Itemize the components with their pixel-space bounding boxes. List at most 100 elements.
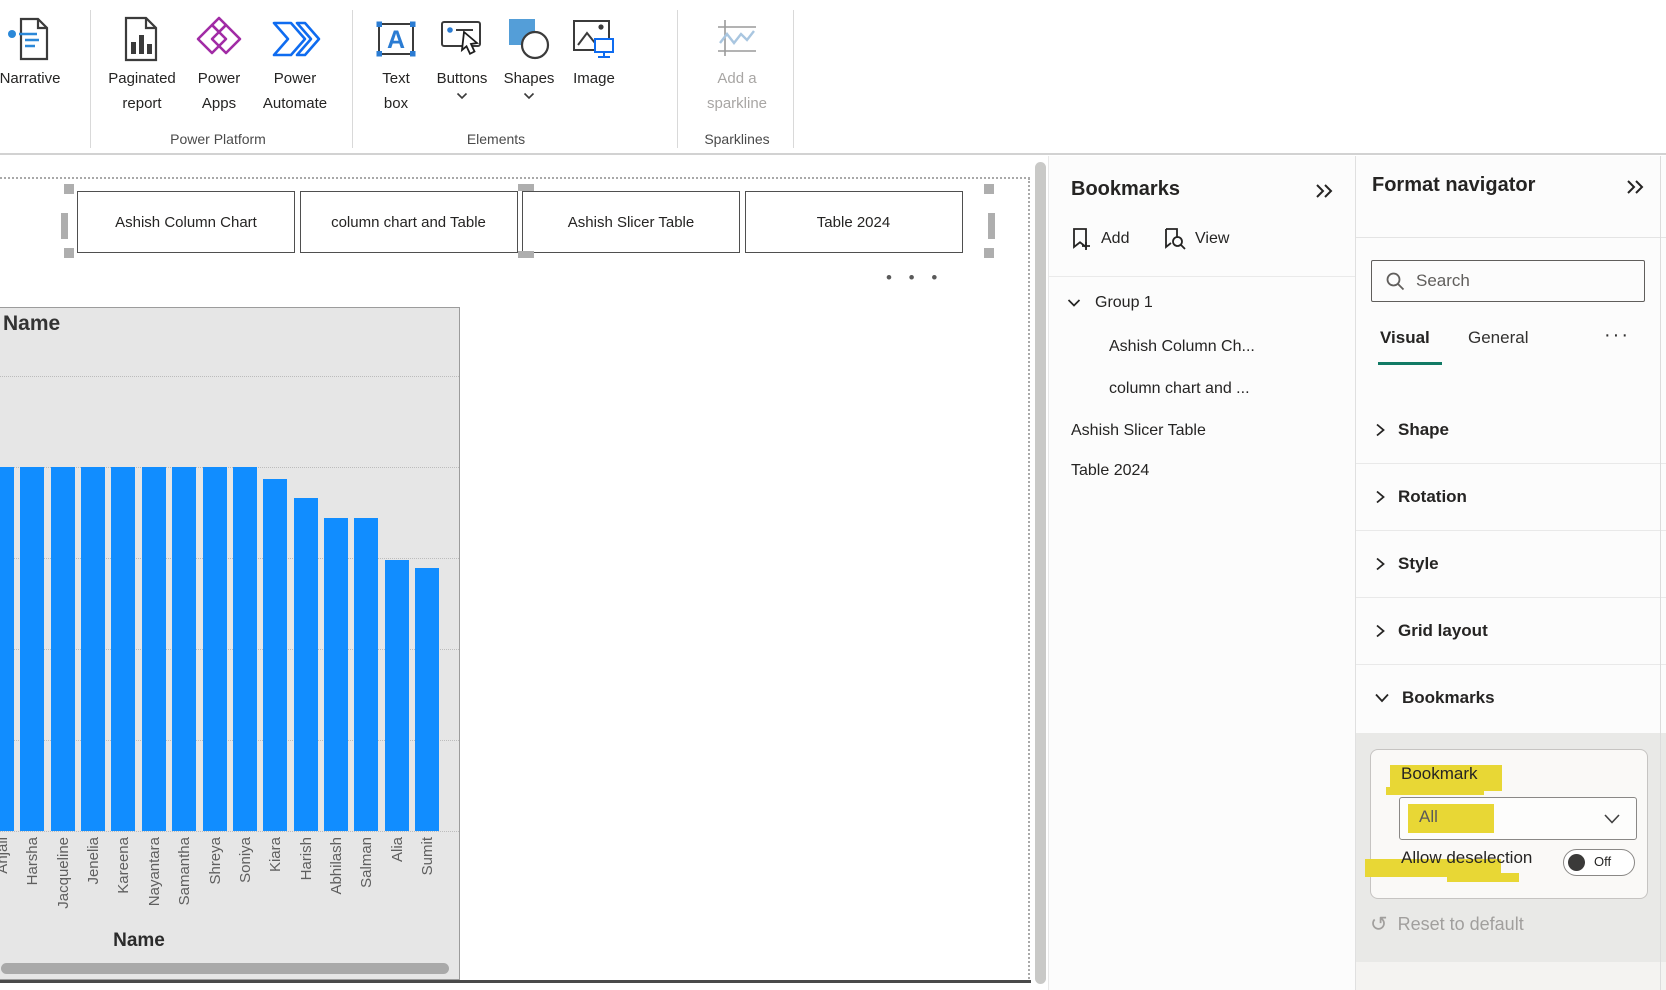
tab-more-button[interactable]: ··· — [1604, 324, 1630, 347]
add-bookmark-button[interactable]: Add — [1069, 226, 1129, 252]
section-rotation[interactable]: Rotation — [1356, 463, 1666, 531]
panel-footer-area — [1356, 962, 1666, 990]
ribbon-separator — [352, 10, 353, 148]
selection-handle[interactable] — [988, 213, 995, 239]
selection-handle[interactable] — [61, 213, 68, 239]
bookmark-settings-card: Bookmark All Allow deselection Off — [1370, 749, 1648, 899]
reset-to-default-button[interactable]: ↺ Reset to default — [1370, 914, 1524, 935]
ribbon-item-paginated-report[interactable]: Paginated report — [98, 12, 186, 116]
ribbon-group-elements: Elements — [446, 131, 546, 147]
chevron-right-icon — [1374, 556, 1386, 572]
x-axis-label: Salman — [358, 837, 375, 888]
allow-deselection-toggle[interactable]: Off — [1563, 849, 1635, 876]
chevron-down-icon — [1602, 812, 1622, 826]
bar[interactable] — [294, 498, 318, 831]
paginated-report-icon — [118, 12, 166, 66]
buttons-icon — [437, 12, 487, 66]
bookmark-item[interactable]: Ashish Column Ch... — [1109, 338, 1255, 356]
section-grid-layout[interactable]: Grid layout — [1356, 597, 1666, 665]
image-icon — [569, 12, 619, 66]
bar[interactable] — [203, 467, 227, 831]
bookmark-dropdown[interactable]: All — [1399, 797, 1637, 840]
column-chart-visual[interactable]: Name AnjaliHarshaJacquelineJeneliaKareen… — [0, 307, 460, 980]
ribbon-item-label: Power Automate — [249, 66, 341, 116]
bookmark-item[interactable]: Table 2024 — [1071, 462, 1149, 480]
yellow-highlight — [1386, 787, 1484, 795]
ribbon-item-label: Add a sparkline — [697, 66, 777, 116]
ribbon-item-buttons[interactable]: Buttons — [426, 12, 498, 100]
bookmark-dropdown-value: All — [1419, 807, 1438, 827]
bookmark-group-row[interactable]: Group 1 — [1067, 294, 1153, 312]
toggle-knob — [1568, 854, 1585, 871]
collapse-panel-button[interactable] — [1624, 176, 1646, 203]
x-axis-label: Shreya — [207, 837, 224, 885]
ribbon-item-power-apps[interactable]: Power Apps — [182, 12, 256, 116]
chevron-down-icon — [1067, 298, 1081, 308]
selection-handle[interactable] — [518, 184, 534, 191]
format-navigator-panel: Format navigator Search Visual General ·… — [1355, 156, 1666, 990]
section-shape[interactable]: Shape — [1356, 396, 1666, 464]
x-axis-label: Sumit — [419, 837, 436, 875]
bar[interactable] — [51, 467, 75, 831]
double-chevron-right-icon — [1313, 180, 1335, 202]
section-bookmarks[interactable]: Bookmarks — [1356, 664, 1666, 731]
tab-visual[interactable]: Visual — [1380, 328, 1430, 348]
ribbon-item-label: Image — [573, 66, 615, 91]
tab-general[interactable]: General — [1468, 328, 1528, 348]
divider — [1049, 276, 1356, 277]
collapse-panel-button[interactable] — [1313, 180, 1335, 207]
search-placeholder: Search — [1416, 271, 1470, 291]
bar[interactable] — [172, 467, 196, 831]
bar[interactable] — [0, 467, 14, 831]
bar[interactable] — [81, 467, 105, 831]
bar[interactable] — [324, 518, 348, 831]
sparkline-icon — [713, 12, 761, 66]
bar[interactable] — [354, 518, 378, 831]
selection-handle[interactable] — [64, 248, 74, 258]
x-axis-label: Jacqueline — [55, 837, 72, 909]
nav-button[interactable]: Table 2024 — [745, 191, 963, 253]
canvas-vertical-scrollbar[interactable] — [1035, 162, 1046, 984]
nav-button[interactable]: Ashish Column Chart — [77, 191, 295, 253]
selection-handle[interactable] — [64, 184, 74, 194]
selection-handle[interactable] — [984, 248, 994, 258]
ribbon-item-image[interactable]: Image — [562, 12, 626, 91]
bookmark-item[interactable]: column chart and ... — [1109, 380, 1250, 398]
x-axis-label: Abhilash — [328, 837, 345, 895]
bookmark-item[interactable]: Ashish Slicer Table — [1071, 422, 1206, 440]
ribbon-item-narrative[interactable]: Narrative — [0, 12, 72, 91]
ribbon-item-text-box[interactable]: A Text box — [370, 12, 422, 116]
ribbon-item-power-automate[interactable]: Power Automate — [248, 12, 342, 116]
ribbon-item-shapes[interactable]: Shapes — [496, 12, 562, 100]
bar[interactable] — [415, 568, 439, 831]
text-box-icon: A — [372, 12, 420, 66]
bar[interactable] — [142, 467, 166, 831]
power-automate-icon — [269, 12, 321, 66]
selection-handle[interactable] — [518, 251, 534, 258]
ribbon-item-add-sparkline[interactable]: Add a sparkline — [696, 12, 778, 116]
chevron-right-icon — [1374, 623, 1386, 639]
x-axis-label: Harish — [298, 837, 315, 880]
bar[interactable] — [111, 467, 135, 831]
bar[interactable] — [233, 467, 257, 831]
view-bookmarks-button[interactable]: View — [1161, 226, 1229, 252]
chart-horizontal-scrollbar[interactable] — [1, 963, 449, 974]
nav-button[interactable]: Ashish Slicer Table — [522, 191, 740, 253]
search-box[interactable]: Search — [1371, 260, 1645, 302]
page-bottom-edge — [0, 980, 1031, 983]
bar[interactable] — [20, 467, 44, 831]
chevron-down-icon[interactable] — [456, 92, 468, 100]
powerbi-window: Narrative Paginated report — [0, 0, 1666, 990]
selection-handle[interactable] — [984, 184, 994, 194]
nav-button[interactable]: column chart and Table — [300, 191, 518, 253]
section-style[interactable]: Style — [1356, 530, 1666, 598]
x-axis-label: Alia — [389, 837, 406, 862]
chevron-right-icon — [1374, 489, 1386, 505]
bar[interactable] — [263, 479, 287, 831]
ribbon: Narrative Paginated report — [0, 0, 1666, 153]
x-axis-label: Jenelia — [85, 837, 102, 885]
chevron-down-icon[interactable] — [523, 92, 535, 100]
more-options-button[interactable]: • • • — [886, 268, 943, 288]
bar[interactable] — [385, 560, 409, 831]
bookmark-group-label: Group 1 — [1095, 294, 1153, 312]
